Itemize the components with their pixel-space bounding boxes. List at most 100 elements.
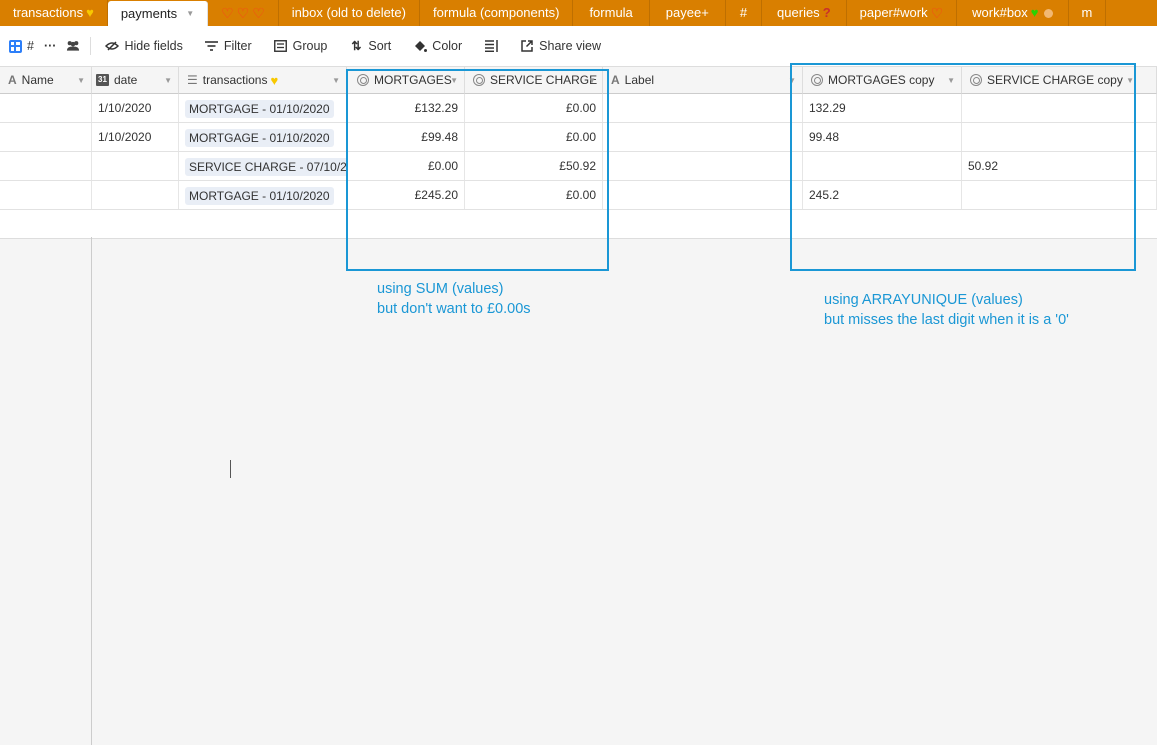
- annotation-note-sum: using SUM (values) but don't want to £0.…: [377, 279, 531, 319]
- transaction-cell[interactable]: MORTGAGE - 01/10/2020: [179, 94, 347, 122]
- green-heart-icon: ♥: [1030, 5, 1039, 20]
- label-cell[interactable]: [603, 181, 803, 209]
- more-icon: ···: [43, 39, 57, 53]
- date-cell[interactable]: 1/10/2020: [92, 123, 179, 151]
- view-hash-label: #: [27, 39, 34, 53]
- sort-button[interactable]: ⇅ Sort: [349, 39, 391, 53]
- hide-fields-button[interactable]: Hide fields: [105, 39, 183, 53]
- paint-bucket-icon: [413, 39, 428, 53]
- grid-view-icon: [9, 39, 22, 53]
- tab-label: payments: [120, 5, 178, 21]
- linked-record-icon: ☰: [187, 73, 198, 87]
- hide-fields-icon: [105, 39, 120, 53]
- color-label: Color: [432, 39, 463, 53]
- text-field-icon: A: [611, 73, 620, 87]
- calendar-icon: 31: [96, 74, 109, 86]
- group-button[interactable]: Group: [274, 39, 328, 53]
- column-header-transactions[interactable]: ☰ transactions ♥ ▼: [179, 67, 347, 94]
- name-cell[interactable]: [0, 181, 92, 209]
- hide-fields-label: Hide fields: [124, 39, 183, 53]
- frozen-column-divider: [91, 237, 92, 745]
- tab-formula[interactable]: formula: [573, 0, 650, 26]
- label-cell[interactable]: [603, 94, 803, 122]
- tab-queries[interactable]: queries ?: [762, 0, 847, 26]
- annotation-box-sum: [346, 69, 609, 271]
- chevron-down-icon[interactable]: ▼: [186, 1, 194, 27]
- tab-label: queries: [777, 5, 820, 20]
- column-header-label: Name: [21, 73, 54, 87]
- tab-label: payee+: [665, 5, 709, 20]
- red-heart-icon: ♡: [252, 5, 265, 21]
- filter-button[interactable]: Filter: [205, 39, 252, 53]
- date-cell[interactable]: 1/10/2020: [92, 94, 179, 122]
- label-cell[interactable]: [603, 152, 803, 180]
- tab-label: paper#work: [859, 5, 928, 20]
- collaborators-button[interactable]: [66, 39, 80, 53]
- tab-label: #: [739, 5, 748, 20]
- date-cell[interactable]: [92, 152, 179, 180]
- transaction-cell[interactable]: MORTGAGE - 01/10/2020: [179, 123, 347, 151]
- share-view-label: Share view: [539, 39, 602, 53]
- tab-more[interactable]: m: [1069, 0, 1107, 26]
- chevron-down-icon[interactable]: ▼: [77, 76, 85, 85]
- annotation-note-arrayunique: using ARRAYUNIQUE (values) but misses th…: [824, 290, 1069, 330]
- annotation-line: but misses the last digit when it is a '…: [824, 312, 1069, 328]
- group-label: Group: [292, 39, 328, 53]
- question-mark-icon: ?: [822, 5, 831, 20]
- tab-label: transactions: [13, 5, 84, 20]
- text-field-icon: A: [8, 73, 17, 87]
- annotation-line: using SUM (values): [377, 281, 504, 297]
- tab-transactions[interactable]: transactions ♥: [0, 0, 108, 26]
- tab-inbox-old[interactable]: inbox (old to delete): [279, 0, 420, 26]
- chevron-down-icon[interactable]: ▼: [164, 76, 172, 85]
- transaction-cell[interactable]: SERVICE CHARGE - 07/10/2020: [179, 152, 347, 180]
- linked-record-chip[interactable]: MORTGAGE - 01/10/2020: [185, 99, 334, 118]
- column-header-label: date: [114, 73, 138, 87]
- column-header-name[interactable]: A Name ▼: [0, 67, 92, 94]
- view-toolbar: # ··· Hide fields Filter Group ⇅ Sort Co…: [0, 26, 1157, 67]
- toolbar-divider: [90, 37, 92, 55]
- share-view-button[interactable]: Share view: [520, 39, 601, 53]
- tab-paper-work[interactable]: paper#work ♡: [847, 0, 958, 26]
- linked-record-chip[interactable]: MORTGAGE - 01/10/2020: [185, 186, 334, 205]
- tab-label: m: [1081, 5, 1093, 20]
- grid-view-button[interactable]: #: [9, 39, 34, 53]
- name-cell[interactable]: [0, 152, 92, 180]
- annotation-line: but don't want to £0.00s: [377, 301, 531, 317]
- name-cell[interactable]: [0, 123, 92, 151]
- annotation-line: using ARRAYUNIQUE (values): [824, 292, 1023, 308]
- column-header-label[interactable]: A Label ▼: [603, 67, 803, 94]
- tab-label: formula (components): [432, 5, 560, 20]
- label-cell[interactable]: [603, 123, 803, 151]
- people-icon: [66, 39, 80, 53]
- text-cursor: [230, 460, 231, 478]
- tab-formula-components[interactable]: formula (components): [420, 0, 574, 26]
- row-height-button[interactable]: [484, 39, 498, 53]
- row-height-icon: [484, 39, 498, 53]
- yellow-heart-icon: ♥: [86, 5, 94, 20]
- linked-record-chip[interactable]: SERVICE CHARGE - 07/10/2020: [185, 157, 346, 176]
- tab-label: work#box: [972, 5, 1028, 20]
- linked-record-chip[interactable]: MORTGAGE - 01/10/2020: [185, 128, 334, 147]
- tab-payments[interactable]: payments ▼: [107, 1, 209, 27]
- yellow-heart-icon: ♥: [270, 72, 279, 88]
- more-options-button[interactable]: ···: [44, 39, 57, 53]
- name-cell[interactable]: [0, 94, 92, 122]
- tab-hearts[interactable]: ♡ ♡ ♡: [208, 0, 279, 26]
- tab-payee[interactable]: payee+: [650, 0, 726, 26]
- column-header-date[interactable]: 31 date ▼: [92, 67, 179, 94]
- sort-label: Sort: [368, 39, 392, 53]
- date-cell[interactable]: [92, 181, 179, 209]
- red-heart-icon: ♡: [236, 5, 250, 21]
- chevron-down-icon[interactable]: ▼: [332, 76, 340, 85]
- share-icon: [520, 39, 534, 53]
- info-icon: [1043, 8, 1053, 18]
- group-icon: [274, 39, 288, 53]
- color-button[interactable]: Color: [413, 39, 462, 53]
- tab-label: inbox (old to delete): [291, 5, 406, 20]
- sort-icon: ⇅: [351, 39, 362, 53]
- transaction-cell[interactable]: MORTGAGE - 01/10/2020: [179, 181, 347, 209]
- tab-hash[interactable]: #: [726, 0, 763, 26]
- tab-work-box[interactable]: work#box ♥: [957, 0, 1069, 26]
- filter-label: Filter: [223, 39, 252, 53]
